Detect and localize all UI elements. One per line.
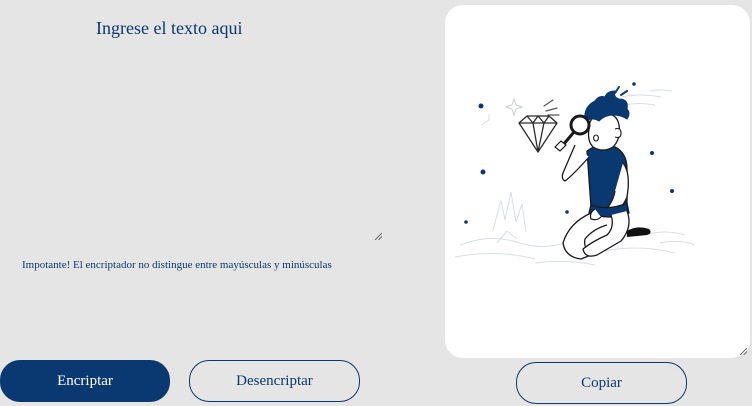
encrypt-button[interactable]: Encriptar — [0, 360, 170, 402]
copy-button[interactable]: Copiar — [516, 362, 687, 404]
person-with-magnifying-glass-illustration — [454, 82, 696, 266]
text-input[interactable] — [0, 0, 384, 242]
case-warning-text: Impotante! El encriptador no distingue e… — [22, 259, 332, 271]
input-area — [0, 0, 384, 242]
resize-grip-icon[interactable] — [374, 232, 382, 240]
resize-grip-icon[interactable] — [739, 347, 747, 355]
decrypt-button[interactable]: Desencriptar — [189, 360, 360, 402]
output-panel[interactable] — [445, 5, 750, 358]
